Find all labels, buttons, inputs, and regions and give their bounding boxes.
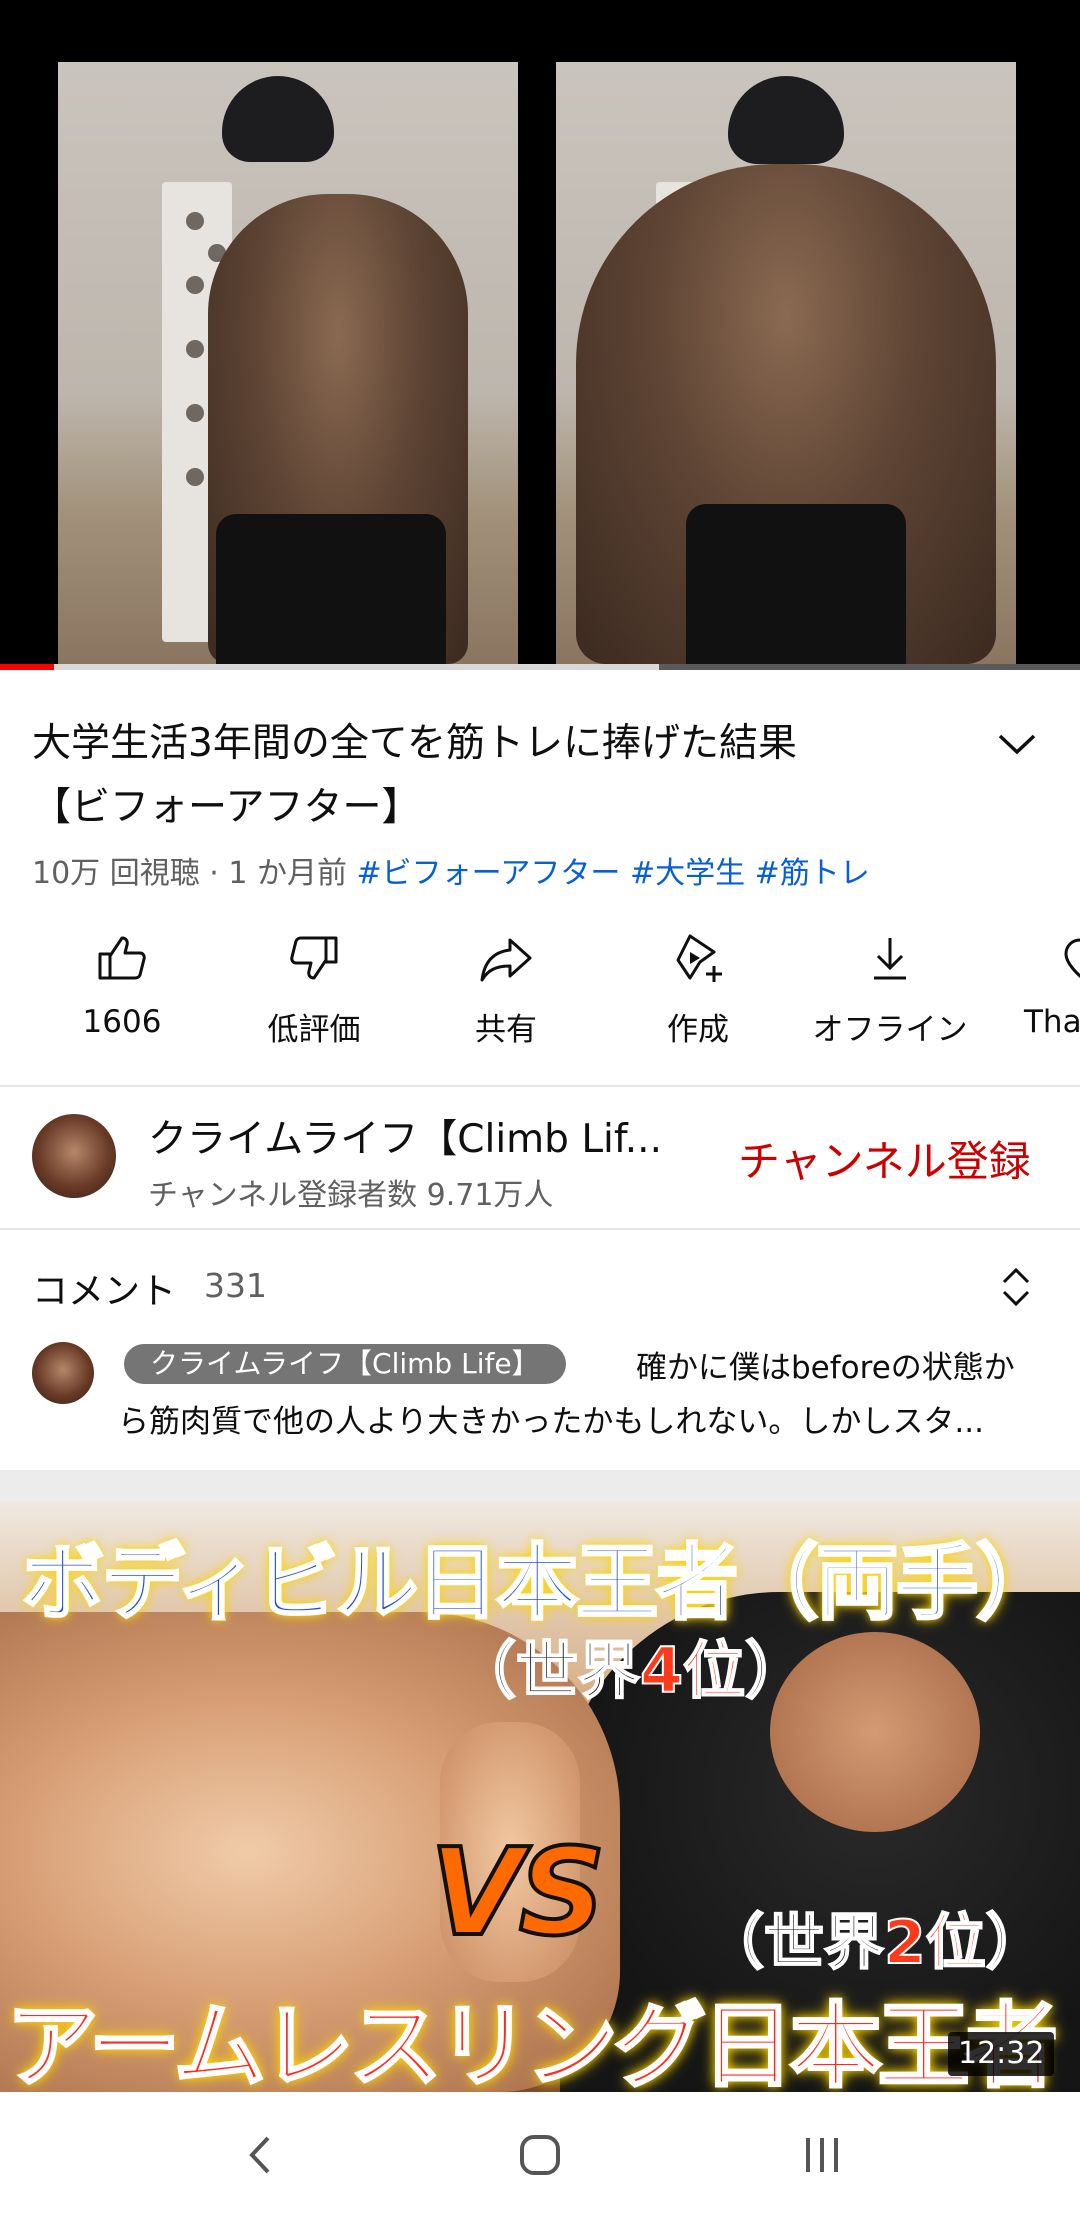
section-gap — [0, 1470, 1080, 1502]
hashtag-link[interactable]: #大学生 — [630, 856, 745, 891]
thanks-button[interactable]: Tha — [1002, 930, 1080, 1040]
comment-author-badge: クライムライフ【Climb Life】 — [124, 1344, 566, 1384]
subscriber-count: チャンネル登録者数 9.71万人 — [148, 1178, 554, 1213]
thumbs-up-icon — [98, 936, 146, 980]
thumbnail-rank-top-prefix: （世界 — [453, 1633, 641, 1708]
hashtag-link[interactable]: #筋トレ — [755, 856, 870, 891]
video-title-line-1: 大学生活3年間の全てを筋トレに捧げた結果 — [32, 721, 798, 766]
back-icon[interactable] — [240, 2130, 280, 2180]
video-frame-before — [58, 62, 518, 664]
comments-count: 331 — [204, 1266, 267, 1305]
video-meta: 10万 回視聴 · 1 か月前 #ビフォーアフター #大学生 #筋トレ — [32, 848, 870, 892]
video-frame-after — [556, 62, 1016, 664]
download-label: オフライン — [812, 1012, 968, 1048]
comment-text-line-2: ら筋肉質で他の人より大きかったかもしれない。しかしスタ... — [118, 1404, 984, 1440]
channel-name[interactable]: クライムライフ【Climb Lif... — [148, 1108, 708, 1164]
create-button[interactable]: 作成 — [618, 930, 778, 1049]
divider — [0, 1085, 1080, 1087]
video-duration-badge: 12:32 — [948, 2032, 1055, 2076]
progress-watched[interactable] — [0, 664, 54, 670]
subscribe-button[interactable]: チャンネル登録 — [738, 1128, 1031, 1189]
thumbnail-headline: ボディビル日本王者（両手） — [20, 1535, 1059, 1633]
expand-collapse-icon[interactable] — [996, 1264, 1036, 1310]
thumbnail-rank-top: （世界4位） — [453, 1620, 808, 1710]
thumbnail-rank-bottom-prefix: （世界 — [703, 1907, 885, 1979]
video-player[interactable] — [0, 0, 1080, 668]
dislike-label: 低評価 — [267, 1012, 361, 1048]
progress-buffered — [0, 664, 659, 670]
home-icon[interactable] — [516, 2130, 564, 2180]
hashtag-link[interactable]: #ビフォーアフター — [357, 856, 621, 891]
create-label: 作成 — [667, 1012, 729, 1048]
share-icon — [480, 938, 532, 982]
recents-icon[interactable] — [798, 2130, 846, 2180]
thanks-label: Tha — [1024, 1004, 1080, 1040]
video-title[interactable]: 大学生活3年間の全てを筋トレに捧げた結果 【ビフォーアフター】 — [32, 712, 962, 840]
channel-avatar[interactable] — [32, 1114, 116, 1198]
thumbnail-rank-bottom: （世界2位） — [703, 1894, 1047, 1981]
thumbnail-subheadline: アームレスリング日本王者 — [5, 1992, 1060, 2093]
chevron-down-icon[interactable] — [992, 724, 1042, 764]
next-video-thumbnail[interactable]: ボディビル日本王者（両手） （世界4位） VS （世界2位） アームレスリング日… — [0, 1502, 1080, 2092]
comment-author-avatar — [32, 1342, 94, 1404]
upload-age: 1 か月前 — [228, 856, 347, 891]
thanks-icon — [1064, 938, 1080, 978]
view-count: 10万 回視聴 — [32, 856, 200, 891]
video-title-line-2: 【ビフォーアフター】 — [32, 785, 421, 830]
thumbnail-rank-bottom-value: 2位 — [883, 1907, 987, 1979]
download-button[interactable]: オフライン — [810, 930, 970, 1049]
thumbnail-rank-bottom-suffix: ） — [985, 1907, 1047, 1979]
meta-separator: · — [199, 856, 229, 891]
like-button[interactable]: 1606 — [42, 930, 202, 1040]
thumbnail-rank-top-suffix: ） — [744, 1633, 808, 1708]
download-icon — [874, 938, 906, 980]
share-label: 共有 — [475, 1012, 537, 1048]
thumbnail-vs: VS — [428, 1822, 607, 1965]
thumbs-down-icon — [290, 936, 338, 980]
share-button[interactable]: 共有 — [426, 930, 586, 1049]
like-count: 1606 — [82, 1004, 162, 1040]
thumbnail-rank-top-value: 4位 — [639, 1633, 746, 1708]
comments-label: コメント — [32, 1271, 177, 1312]
dislike-button[interactable]: 低評価 — [234, 930, 394, 1049]
create-icon — [676, 934, 722, 982]
comment-text-line-1: 確かに僕はbeforeの状態か — [636, 1350, 1015, 1386]
